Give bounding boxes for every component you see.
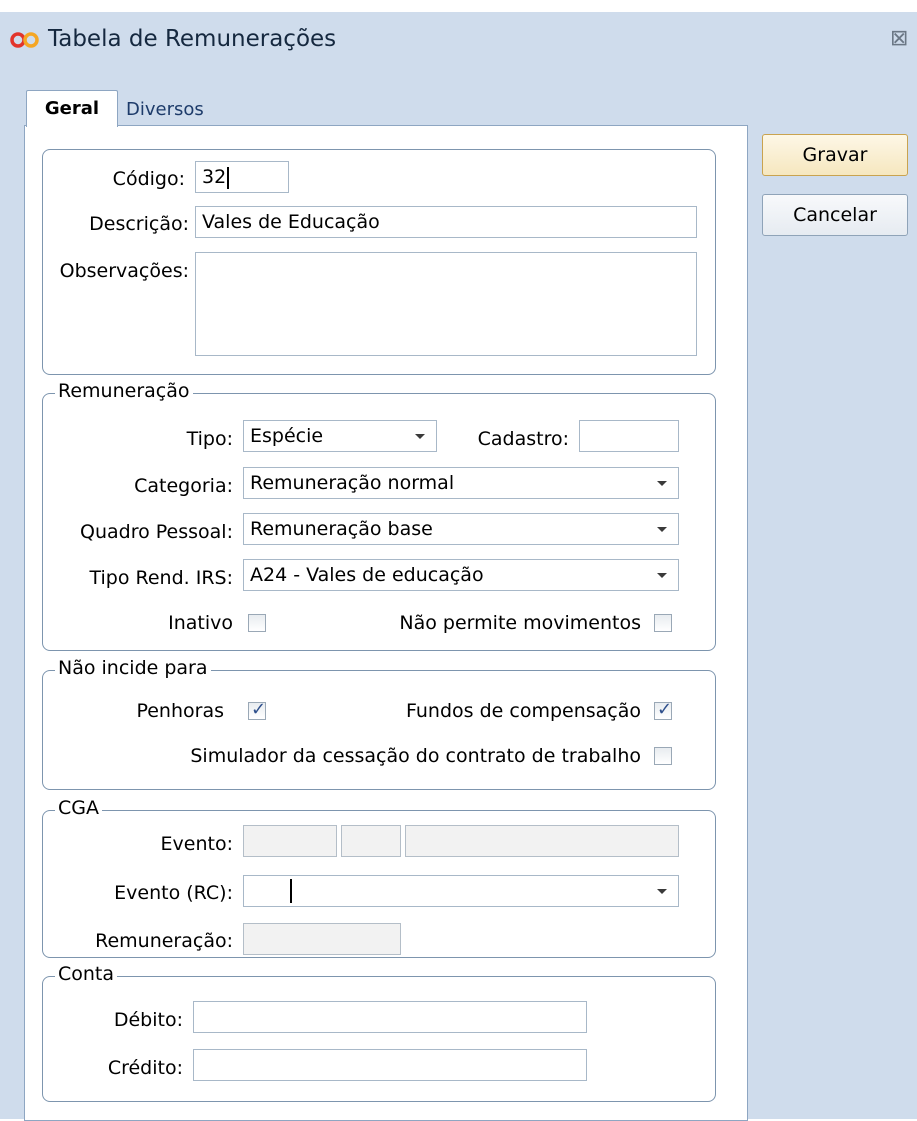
quadro-select[interactable]: Remuneração base (243, 513, 679, 545)
tipo-rend-value: A24 - Vales de educação (250, 564, 484, 586)
codigo-label: Código: (112, 168, 185, 190)
fundos-checkbox[interactable]: ✓ (654, 699, 673, 720)
observacoes-label: Observações: (59, 260, 189, 282)
cancel-button[interactable]: Cancelar (762, 194, 908, 236)
evento-label: Evento: (160, 833, 233, 855)
evento-field-3 (405, 825, 679, 857)
text-caret (290, 879, 292, 903)
tipo-label: Tipo: (186, 428, 233, 450)
nao-incide-group: Não incide para Penhoras ✓ Fundos de com… (42, 657, 716, 790)
cadastro-label: Cadastro: (477, 428, 569, 450)
simulador-label: Simulador da cessação do contrato de tra… (190, 745, 641, 767)
credito-label: Crédito: (107, 1057, 183, 1079)
tipo-rend-select[interactable]: A24 - Vales de educação (243, 559, 679, 591)
nao-permite-checkbox[interactable] (654, 614, 672, 632)
evento-rc-label: Evento (RC): (114, 882, 233, 904)
general-group: Código: 32 Descrição: Vales de Educação … (42, 149, 716, 375)
evento-field-1 (243, 825, 337, 857)
codigo-value: 32 (202, 166, 227, 188)
inativo-label: Inativo (168, 612, 233, 634)
categoria-label: Categoria: (134, 475, 233, 497)
nao-permite-label: Não permite movimentos (399, 612, 641, 634)
window-title: Tabela de Remunerações (48, 26, 337, 52)
chevron-down-icon[interactable] (652, 560, 672, 590)
fundos-label: Fundos de compensação (405, 700, 641, 722)
categoria-value: Remuneração normal (250, 472, 455, 494)
tipo-value: Espécie (250, 425, 324, 447)
cga-remuneracao-label: Remuneração: (95, 930, 233, 952)
descricao-field[interactable]: Vales de Educação (195, 206, 697, 238)
credito-field[interactable] (193, 1049, 587, 1081)
remuneracao-group: Remuneração Tipo: Espécie Cadastro: Cate… (42, 380, 716, 651)
penhoras-label: Penhoras (136, 700, 224, 722)
close-icon[interactable]: ⊠ (890, 26, 908, 51)
save-button[interactable]: Gravar (762, 134, 908, 176)
chevron-down-icon[interactable] (652, 514, 672, 544)
simulador-checkbox[interactable] (654, 747, 672, 765)
observacoes-field[interactable] (195, 252, 697, 356)
codigo-field[interactable]: 32 (195, 161, 289, 193)
debito-field[interactable] (193, 1001, 587, 1033)
categoria-select[interactable]: Remuneração normal (243, 467, 679, 499)
chevron-down-icon[interactable] (410, 421, 430, 451)
chevron-down-icon[interactable] (652, 876, 672, 906)
nao-incide-legend: Não incide para (55, 657, 211, 679)
checkmark-icon: ✓ (657, 699, 673, 720)
descricao-label: Descrição: (89, 213, 189, 235)
inativo-checkbox[interactable] (248, 614, 266, 632)
cadastro-field[interactable] (579, 420, 679, 452)
tab-geral[interactable]: Geral (26, 90, 118, 127)
chevron-down-icon[interactable] (652, 468, 672, 498)
title-bar: Tabela de Remunerações ⊠ (0, 12, 917, 70)
debito-label: Débito: (113, 1009, 183, 1031)
quadro-label: Quadro Pessoal: (80, 521, 233, 543)
checkmark-icon: ✓ (251, 699, 267, 720)
conta-legend: Conta (55, 963, 118, 985)
tipo-select[interactable]: Espécie (243, 420, 437, 452)
cga-remuneracao-field (243, 923, 401, 955)
conta-group: Conta Débito: Crédito: (42, 963, 716, 1102)
evento-field-2 (341, 825, 401, 857)
quadro-value: Remuneração base (250, 518, 433, 540)
tab-page-geral: Código: 32 Descrição: Vales de Educação … (24, 125, 748, 1121)
tipo-rend-label: Tipo Rend. IRS: (89, 567, 233, 589)
remuneracao-legend: Remuneração (55, 380, 193, 402)
dialog-window: Tabela de Remunerações ⊠ Geral Diversos … (0, 12, 917, 1121)
cga-legend: CGA (55, 797, 102, 819)
evento-rc-select[interactable] (243, 875, 679, 907)
cga-group: CGA Evento: Evento (RC): Remuneração: (42, 797, 716, 958)
tab-diversos[interactable]: Diversos (116, 94, 226, 126)
infinity-logo-icon (10, 32, 39, 48)
penhoras-checkbox[interactable]: ✓ (248, 699, 267, 720)
